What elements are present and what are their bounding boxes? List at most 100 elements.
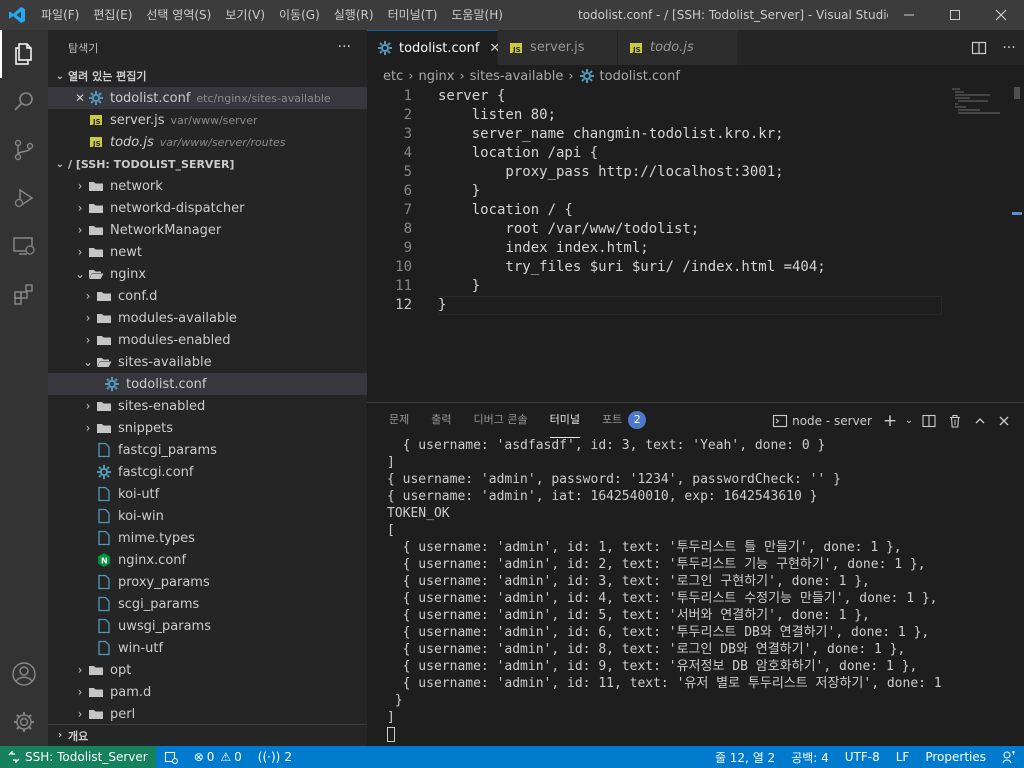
tree-file[interactable]: koi-utf (48, 483, 367, 505)
menu-view[interactable]: 보기(V) (218, 0, 272, 30)
explorer-icon[interactable] (0, 30, 48, 78)
more-actions-icon[interactable]: ··· (338, 39, 351, 55)
tree-folder[interactable]: › snippets (48, 417, 367, 439)
tab-problems[interactable]: 문제 (389, 403, 409, 438)
code-editor[interactable]: 1 2 3 4 5 6 7 8 9 10 11 12 server { list… (367, 87, 1024, 402)
open-editor-item[interactable]: JS server.js var/www/server (48, 109, 367, 131)
close-icon[interactable]: ✕ (72, 91, 88, 105)
tree-file[interactable]: mime.types (48, 527, 367, 549)
tree-folder-open[interactable]: ⌄ sites-available (48, 351, 367, 373)
cursor-position[interactable]: 줄 12, 열 2 (707, 746, 783, 768)
menu-terminal[interactable]: 터미널(T) (381, 0, 445, 30)
tree-file[interactable]: uwsgi_params (48, 615, 367, 637)
tree-folder[interactable]: › conf.d (48, 285, 367, 307)
maximize-button[interactable] (932, 0, 978, 30)
search-icon[interactable] (0, 78, 48, 126)
tree-folder[interactable]: › modules-available (48, 307, 367, 329)
open-editor-item[interactable]: JS todo.js var/www/server/routes (48, 131, 367, 153)
problems-status[interactable]: ⊗ 0 ⚠ 0 (186, 746, 250, 768)
tab-label: server.js (530, 40, 585, 55)
tree-folder[interactable]: › sites-enabled (48, 395, 367, 417)
add-terminal-icon[interactable]: + (878, 411, 902, 431)
scrollbar-thumb[interactable] (1014, 87, 1020, 99)
chevron-right-icon: › (85, 333, 91, 347)
menu-go[interactable]: 이동(G) (272, 0, 327, 30)
tab-todolist-conf[interactable]: todolist.conf ✕ (367, 30, 500, 65)
folder-icon (88, 706, 104, 722)
tab-debug-console[interactable]: 디버그 콘솔 (474, 403, 528, 438)
split-terminal-icon[interactable] (916, 414, 942, 428)
minimap[interactable] (950, 87, 1010, 115)
remote-explorer-icon[interactable] (0, 222, 48, 270)
settings-gear-icon[interactable] (0, 698, 48, 746)
tree-file[interactable]: koi-win (48, 505, 367, 527)
tree-folder[interactable]: › newt (48, 241, 367, 263)
feedback-icon[interactable] (994, 746, 1024, 768)
chevron-down-icon: ⌄ (55, 70, 65, 82)
tree-folder-open[interactable]: ⌄ nginx (48, 263, 367, 285)
folder-icon (88, 662, 104, 678)
workspace-header[interactable]: ⌄ / [SSH: TODOLIST_SERVER] (48, 153, 367, 175)
language-mode[interactable]: Properties (917, 746, 994, 768)
tree-folder[interactable]: › networkd-dispatcher (48, 197, 367, 219)
tab-terminal[interactable]: 터미널 (549, 403, 580, 438)
breadcrumb-item[interactable]: todolist.conf (600, 69, 680, 84)
terminal-output[interactable]: { username: 'asdfasdf', id: 3, text: 'Ye… (387, 437, 1019, 747)
minimize-button[interactable] (886, 0, 932, 30)
code-line: index index.html; (438, 240, 649, 256)
menu-run[interactable]: 실행(R) (327, 0, 381, 30)
tab-ports[interactable]: 포트 2 (602, 403, 647, 438)
menu-help[interactable]: 도움말(H) (444, 0, 510, 30)
tree-folder[interactable]: › perl (48, 703, 367, 725)
tree-file[interactable]: fastcgi.conf (48, 461, 367, 483)
close-panel-icon[interactable] (992, 415, 1016, 427)
trash-icon[interactable] (942, 414, 968, 428)
open-editor-item[interactable]: ✕ todolist.conf etc/nginx/sites-availabl… (48, 87, 367, 109)
terminal-select[interactable]: node - server (772, 413, 872, 429)
breadcrumb-item[interactable]: sites-available (470, 69, 564, 84)
tree-file-selected[interactable]: todolist.conf (48, 373, 367, 395)
tree-folder[interactable]: › NetworkManager (48, 219, 367, 241)
tree-file[interactable]: Nnginx.conf (48, 549, 367, 571)
encoding[interactable]: UTF-8 (837, 746, 888, 768)
tree-folder[interactable]: › pam.d (48, 681, 367, 703)
explorer-title: 탐색기 (68, 41, 99, 55)
terminal-line: { username: 'admin', id: 1, text: '투두리스트… (387, 540, 902, 555)
open-editors-header[interactable]: ⌄ 열려 있는 편집기 (48, 65, 367, 87)
tree-folder[interactable]: › opt (48, 659, 367, 681)
menu-file[interactable]: 파일(F) (34, 0, 86, 30)
chevron-up-icon[interactable] (968, 415, 992, 427)
terminal-line: { username: 'admin', id: 4, text: '투두리스트… (387, 591, 938, 606)
menu-edit[interactable]: 편집(E) (86, 0, 139, 30)
close-window-button[interactable] (978, 0, 1024, 30)
folder-icon (88, 222, 104, 238)
tree-file[interactable]: win-utf (48, 637, 367, 659)
outline-header[interactable]: › 개요 (48, 724, 367, 746)
tree-file[interactable]: proxy_params (48, 571, 367, 593)
tree-folder[interactable]: › network (48, 175, 367, 197)
tree-file[interactable]: fastcgi_params (48, 439, 367, 461)
tab-server-js[interactable]: JS server.js (498, 30, 618, 65)
code-line: try_files $uri $uri/ /index.html =404; (438, 259, 826, 275)
breadcrumb-item[interactable]: nginx (418, 69, 454, 84)
tab-todo-js[interactable]: JS todo.js (618, 30, 738, 65)
breadcrumb-item[interactable]: etc (383, 69, 403, 84)
tree-file[interactable]: scgi_params (48, 593, 367, 615)
sync-status[interactable] (156, 746, 186, 768)
source-control-icon[interactable] (0, 126, 48, 174)
run-debug-icon[interactable] (0, 174, 48, 222)
ports-status[interactable]: ((·)) 2 (250, 746, 300, 768)
end-of-line[interactable]: LF (888, 746, 918, 768)
indentation[interactable]: 공백: 4 (783, 746, 837, 768)
tab-output[interactable]: 출력 (431, 403, 451, 438)
more-actions-icon[interactable]: ··· (994, 40, 1024, 56)
account-icon[interactable] (0, 650, 48, 698)
remote-indicator[interactable]: SSH: Todolist_Server (0, 746, 156, 768)
split-editor-icon[interactable] (964, 40, 994, 56)
line-number: 10 (395, 259, 412, 275)
chevron-down-icon[interactable]: ⌄ (902, 415, 916, 426)
error-count: 0 (206, 750, 215, 764)
menu-selection[interactable]: 선택 영역(S) (139, 0, 218, 30)
extensions-icon[interactable] (0, 270, 48, 318)
tree-folder[interactable]: › modules-enabled (48, 329, 367, 351)
